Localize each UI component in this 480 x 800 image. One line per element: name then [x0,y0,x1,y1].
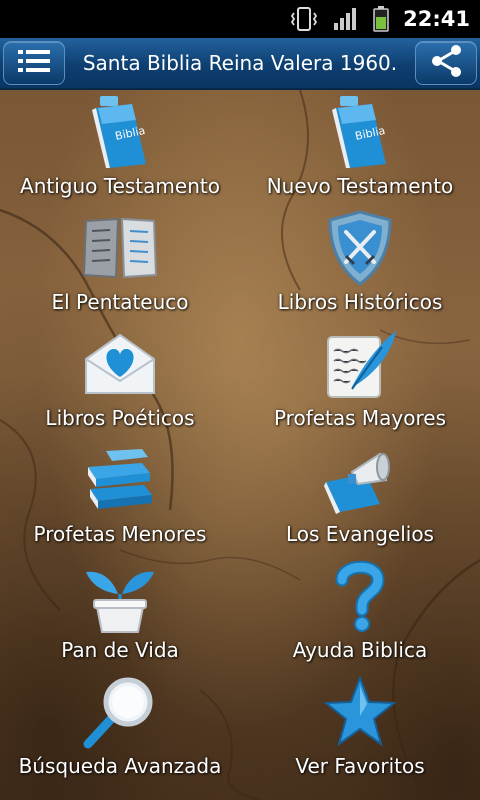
menu-item-libros-historicos[interactable]: Libros Históricos [240,208,480,324]
menu-item-label: Profetas Mayores [273,406,447,430]
quill-paper-icon [322,326,398,402]
heart-envelope-icon [82,326,158,402]
menu-item-pan-de-vida[interactable]: Pan de Vida [0,556,240,672]
menu-item-label: Ayuda Biblica [292,638,428,662]
menu-item-ayuda-biblica[interactable]: Ayuda Biblica [240,556,480,672]
menu-content: Biblia Antiguo Testamento Biblia Nuevo T… [0,90,480,800]
menu-item-label: Ver Favoritos [295,754,425,778]
list-menu-icon [17,47,51,79]
menu-item-busqueda-avanzada[interactable]: Búsqueda Avanzada [0,672,240,788]
app-title: Santa Biblia Reina Valera 1960. [82,51,398,75]
menu-item-profetas-mayores[interactable]: Profetas Mayores [240,324,480,440]
sprout-pot-icon [82,558,158,634]
bible-book-icon: Biblia [82,94,158,170]
book-megaphone-icon [322,442,398,518]
vibrate-icon [289,6,319,32]
menu-item-label: El Pentateuco [51,290,189,314]
status-bar: 22:41 [0,0,480,38]
battery-icon [373,6,389,32]
menu-item-los-evangelios[interactable]: Los Evangelios [240,440,480,556]
status-time: 22:41 [403,7,470,31]
app-header: Santa Biblia Reina Valera 1960. [0,38,480,90]
menu-item-label: Pan de Vida [61,638,179,662]
menu-item-antiguo-testamento[interactable]: Biblia Antiguo Testamento [0,92,240,208]
share-icon [428,43,464,83]
share-button[interactable] [415,41,477,85]
magnifier-icon [82,674,158,750]
menu-item-nuevo-testamento[interactable]: Biblia Nuevo Testamento [240,92,480,208]
scroll-tablets-icon [82,210,158,286]
menu-item-label: Profetas Menores [33,522,207,546]
menu-button[interactable] [3,41,65,85]
question-mark-icon [322,558,398,634]
menu-item-label: Antiguo Testamento [20,174,220,198]
menu-item-label: Libros Históricos [277,290,443,314]
menu-grid: Biblia Antiguo Testamento Biblia Nuevo T… [0,90,480,800]
star-icon [322,674,398,750]
menu-item-profetas-menores[interactable]: Profetas Menores [0,440,240,556]
menu-item-label: Los Evangelios [286,522,434,546]
menu-item-ver-favoritos[interactable]: Ver Favoritos [240,672,480,788]
menu-item-label: Búsqueda Avanzada [18,754,222,778]
menu-item-label: Libros Poéticos [45,406,195,430]
signal-icon [333,7,359,31]
menu-item-el-pentateuco[interactable]: El Pentateuco [0,208,240,324]
shield-swords-icon [322,210,398,286]
menu-item-libros-poeticos[interactable]: Libros Poéticos [0,324,240,440]
book-stack-icon [82,442,158,518]
bible-book-icon: Biblia [322,94,398,170]
menu-item-label: Nuevo Testamento [266,174,454,198]
